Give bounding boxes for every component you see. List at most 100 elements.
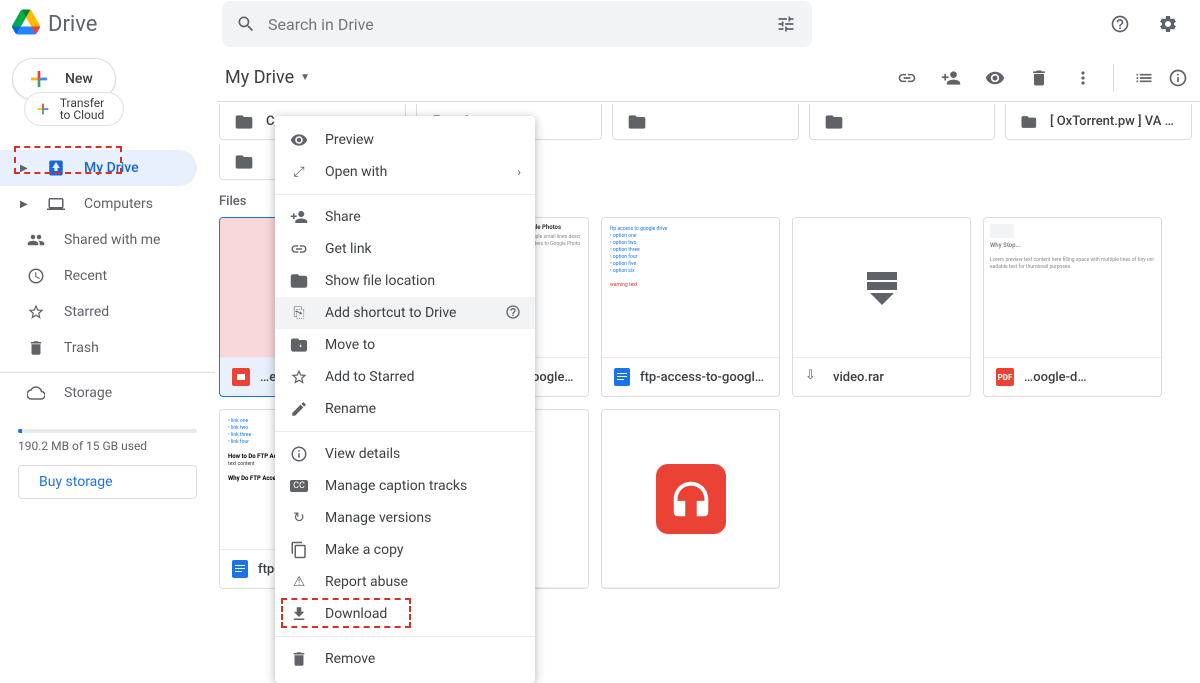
share-icon[interactable] xyxy=(931,58,971,98)
nav-storage[interactable]: Storage xyxy=(0,375,197,411)
menu-add-starred[interactable]: Add to Starred xyxy=(275,361,535,393)
nav: ▶ My Drive ▶ Computers Shared with me Re… xyxy=(0,150,215,366)
new-button-label: New xyxy=(65,71,93,87)
help-icon[interactable] xyxy=(1100,4,1140,44)
nav-shared[interactable]: Shared with me xyxy=(0,222,197,258)
list-view-icon[interactable] xyxy=(1124,58,1164,98)
folder-item[interactable] xyxy=(809,104,996,140)
cloud-icon xyxy=(26,384,46,402)
nav-label: Starred xyxy=(64,304,109,320)
storage-section: 190.2 MB of 15 GB used Buy storage xyxy=(0,415,215,507)
file-thumb: Why Stop...Lorem preview text content he… xyxy=(984,218,1161,358)
file-card[interactable]: .test2.mp3 xyxy=(601,409,780,589)
sidebar: New Transfer to Cloud ▶ My Drive ▶ Compu… xyxy=(0,48,215,597)
storage-bar xyxy=(18,429,197,433)
menu-share[interactable]: Share xyxy=(275,201,535,233)
file-name: …oogle-d… xyxy=(1024,370,1087,385)
plus-icon xyxy=(27,67,51,91)
file-thumb xyxy=(793,218,970,358)
doc-icon xyxy=(232,560,248,578)
cc-icon: CC xyxy=(289,480,309,492)
trash-icon xyxy=(26,339,46,357)
file-name: video.rar xyxy=(833,370,884,385)
folder-item[interactable] xyxy=(612,104,799,140)
pencil-icon xyxy=(289,400,309,418)
folder-icon xyxy=(824,112,844,132)
caret-icon: ▶ xyxy=(20,163,28,174)
nav-label: Trash xyxy=(64,340,99,356)
nav-trash[interactable]: Trash xyxy=(0,330,197,366)
menu-copy[interactable]: Make a copy xyxy=(275,534,535,566)
drive-logo-icon xyxy=(12,8,40,40)
star-icon xyxy=(26,303,46,321)
nav-starred[interactable]: Starred xyxy=(0,294,197,330)
versions-icon: ↻ xyxy=(289,510,309,526)
info-icon xyxy=(289,445,309,463)
topbar: My Drive ▼ xyxy=(217,54,1200,102)
move-icon xyxy=(289,336,309,354)
openwith-icon: ⤢ xyxy=(289,164,309,180)
clock-icon xyxy=(26,267,46,285)
computers-icon xyxy=(46,195,66,213)
preview-icon[interactable] xyxy=(975,58,1015,98)
menu-add-shortcut[interactable]: ⎘Add shortcut to Drive xyxy=(275,297,535,329)
adduser-icon xyxy=(289,208,309,226)
nav-computers[interactable]: ▶ Computers xyxy=(0,186,197,222)
menu-rename[interactable]: Rename xyxy=(275,393,535,425)
menu-get-link[interactable]: Get link xyxy=(275,233,535,265)
menu-preview[interactable]: Preview xyxy=(275,124,535,156)
nav-my-drive[interactable]: ▶ My Drive xyxy=(0,150,197,186)
search-options-icon[interactable] xyxy=(766,4,806,44)
breadcrumb[interactable]: My Drive ▼ xyxy=(225,67,310,88)
menu-view-details[interactable]: View details xyxy=(275,438,535,470)
mydrive-icon xyxy=(46,159,66,177)
folder-icon xyxy=(234,152,254,172)
nav-label: My Drive xyxy=(84,160,139,176)
settings-icon[interactable] xyxy=(1148,4,1188,44)
caret-icon: ▶ xyxy=(20,199,28,210)
context-menu: Preview ⤢Open with› Share Get link Show … xyxy=(275,116,535,683)
logo[interactable]: Drive xyxy=(12,8,204,40)
folder-icon xyxy=(234,112,254,132)
folder-icon xyxy=(1020,112,1038,132)
menu-show-location[interactable]: Show file location xyxy=(275,265,535,297)
file-card[interactable]: ftp access to google drive• option one• … xyxy=(601,217,780,397)
transfer-bubble[interactable]: Transfer to Cloud xyxy=(24,92,124,126)
app-header: Drive xyxy=(0,0,1200,48)
menu-move-to[interactable]: Move to xyxy=(275,329,535,361)
app-name: Drive xyxy=(48,12,97,37)
more-icon[interactable] xyxy=(1063,58,1103,98)
menu-open-with[interactable]: ⤢Open with› xyxy=(275,156,535,188)
details-icon[interactable] xyxy=(1168,58,1188,98)
info-icon xyxy=(505,304,521,323)
storage-label: Storage xyxy=(64,385,112,401)
buy-storage-button[interactable]: Buy storage xyxy=(18,465,197,499)
file-card[interactable]: Why Stop...Lorem preview text content he… xyxy=(983,217,1162,397)
menu-remove[interactable]: Remove xyxy=(275,643,535,675)
file-card[interactable]: ⇩ video.rar xyxy=(792,217,971,397)
star-icon xyxy=(289,368,309,386)
trash-icon xyxy=(289,650,309,668)
chevron-down-icon: ▼ xyxy=(300,72,310,83)
menu-versions[interactable]: ↻Manage versions xyxy=(275,502,535,534)
search-bar[interactable] xyxy=(222,1,812,47)
link-icon xyxy=(289,240,309,258)
breadcrumb-label: My Drive xyxy=(225,67,294,88)
menu-caption-tracks[interactable]: CCManage caption tracks xyxy=(275,470,535,502)
download-icon xyxy=(289,605,309,623)
menu-report[interactable]: ⚠Report abuse xyxy=(275,566,535,598)
delete-icon[interactable] xyxy=(1019,58,1059,98)
menu-download[interactable]: Download xyxy=(275,598,535,630)
nav-recent[interactable]: Recent xyxy=(0,258,197,294)
storage-text: 190.2 MB of 15 GB used xyxy=(18,439,197,453)
search-input[interactable] xyxy=(256,15,766,34)
doc-icon xyxy=(614,368,630,386)
nav-label: Computers xyxy=(84,196,153,212)
folder-item[interactable]: [ OxTorrent.pw ] VA - HI… xyxy=(1005,104,1192,140)
nav-label: Recent xyxy=(64,268,107,284)
rar-icon: ⇩ xyxy=(805,368,823,386)
folder-icon xyxy=(289,272,309,290)
people-icon xyxy=(26,231,46,249)
link-icon[interactable] xyxy=(887,58,927,98)
file-thumb: ftp access to google drive• option one• … xyxy=(602,218,779,358)
